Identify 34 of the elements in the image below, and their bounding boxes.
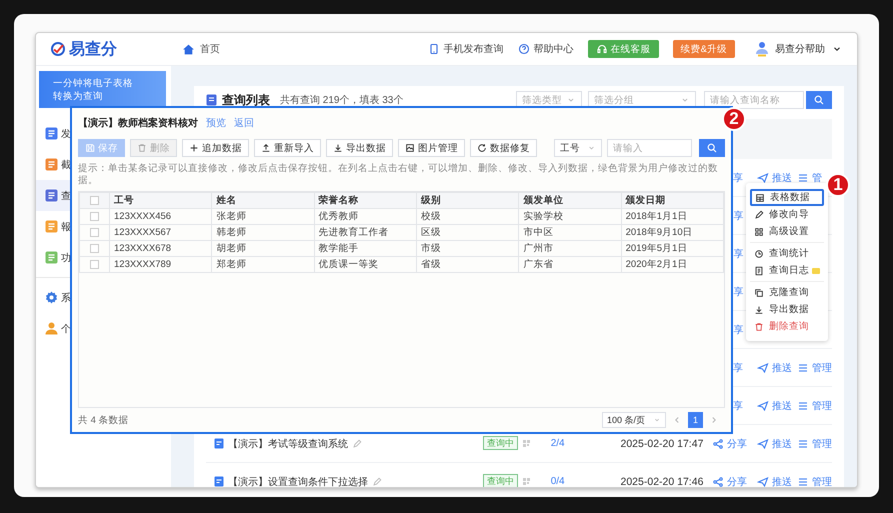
- table-cell: 省级: [416, 256, 519, 272]
- table-cell: 优质课一等奖: [314, 256, 416, 272]
- table-cell: 优秀教师: [314, 208, 416, 224]
- dialog-title: 【演示】教师档案资料核对: [78, 116, 198, 130]
- table-cell: 校级: [416, 208, 519, 224]
- table-cell: 123XXXX789: [110, 256, 212, 272]
- table-cell: 123XXXX678: [110, 240, 212, 256]
- table-cell: 胡老师: [212, 240, 314, 256]
- table-cell: 区级: [416, 224, 519, 240]
- query-time: 2025-02-20 17:47: [620, 438, 704, 450]
- table-cell: 市中区: [518, 224, 622, 240]
- table-cell: 教学能手: [314, 240, 416, 256]
- list-title: 查询列表: [222, 92, 270, 108]
- status-tag: 查询中: [482, 474, 518, 487]
- list-summary: 共有查询 219个，填表 33个: [280, 94, 404, 107]
- total-count: 共 4 条数据: [78, 414, 129, 426]
- table-cell: 2020年2月1日: [621, 256, 724, 272]
- table-cell: 先进教育工作者: [314, 224, 416, 240]
- table-cell: 123XXXX567: [110, 224, 212, 240]
- table-cell: 市级: [416, 240, 519, 256]
- table-cell: 2018年1月1日: [621, 208, 724, 224]
- table-cell: 123XXXX456: [110, 208, 212, 224]
- table-cell: 韩老师: [212, 224, 314, 240]
- table-cell: 郑老师: [212, 256, 314, 272]
- table-cell: 2018年9月10日: [621, 224, 724, 240]
- hint-text: 提示：单击某条记录可以直接修改，修改后点击保存按钮。在列名上点击右键，可以增加、删除、修改、导入列数据，绿色背景为用户修改过的数据。: [78, 163, 719, 187]
- table-cell: 广东省: [518, 256, 622, 272]
- logo-text: 易查分: [69, 40, 117, 60]
- query-time: 2025-02-20 17:46: [620, 476, 704, 487]
- table-cell: 广州市: [518, 240, 622, 256]
- status-tag: 查询中: [482, 436, 518, 450]
- table-cell: 张老师: [212, 208, 314, 224]
- table-cell: 实验学校: [518, 208, 622, 224]
- table-cell: 2019年5月1日: [621, 240, 724, 256]
